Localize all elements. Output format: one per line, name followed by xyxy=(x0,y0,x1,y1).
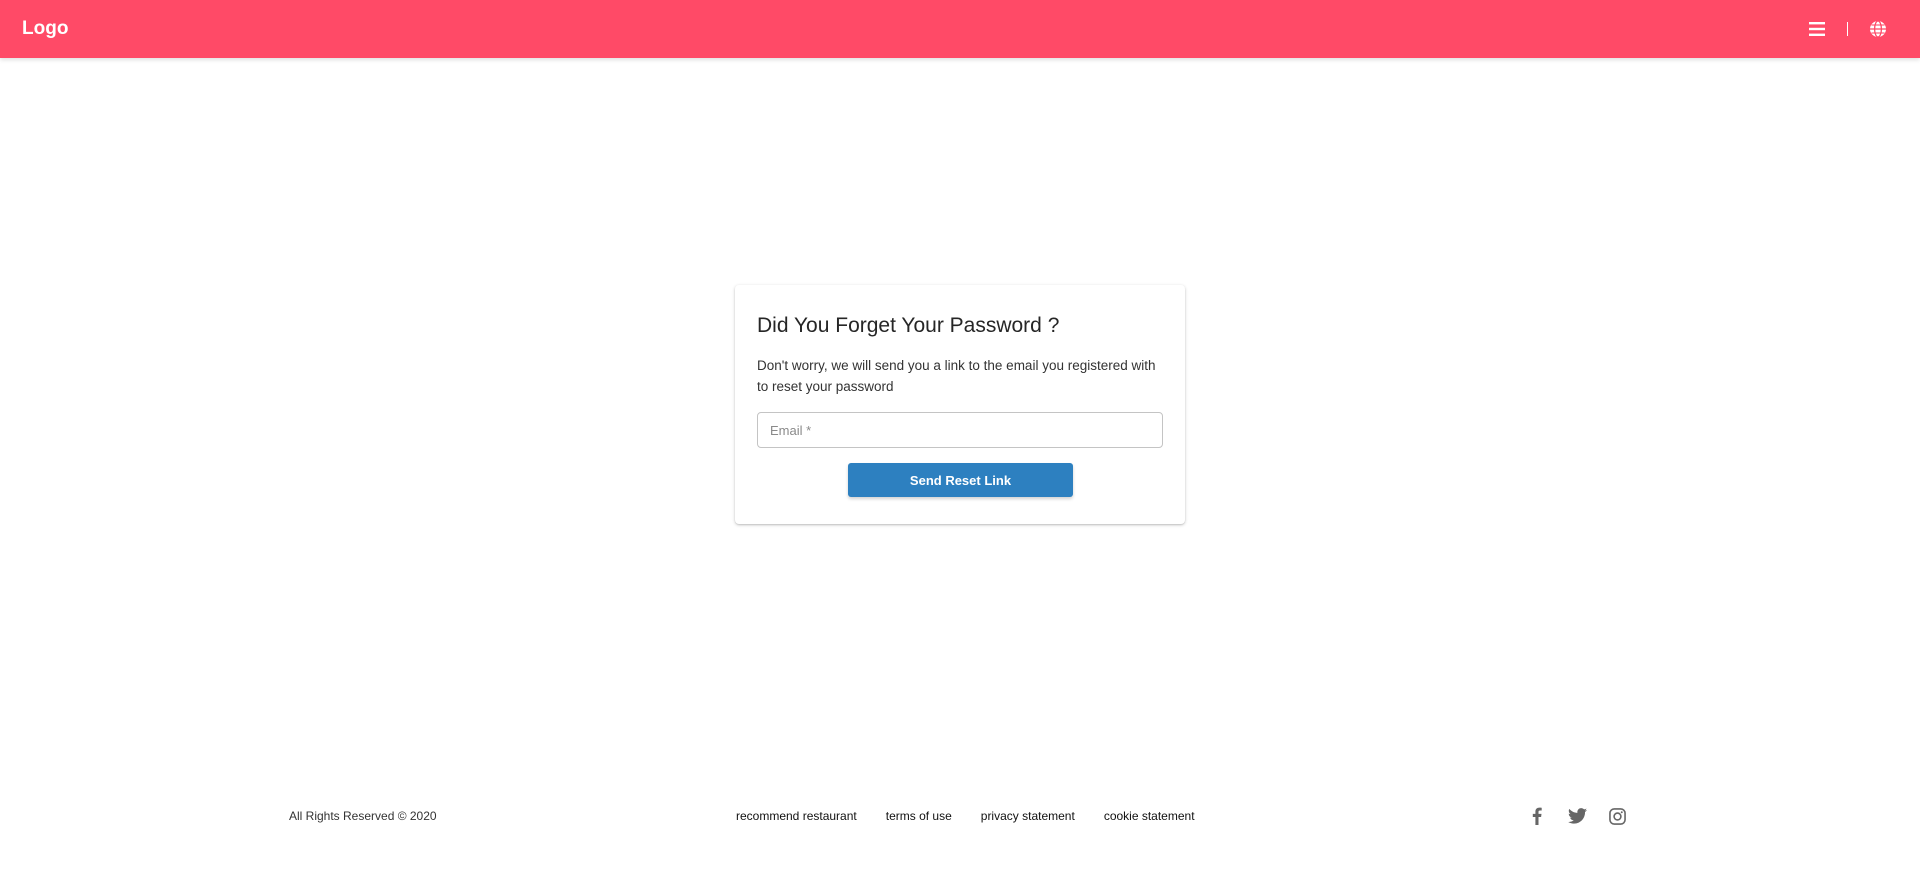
terms-of-use-link[interactable]: terms of use xyxy=(886,809,952,823)
forgot-password-card: Did You Forget Your Password ? Don't wor… xyxy=(735,285,1185,524)
twitter-icon[interactable] xyxy=(1566,805,1588,827)
page-title: Did You Forget Your Password ? xyxy=(757,314,1060,337)
copyright-text: All Rights Reserved © 2020 xyxy=(289,809,437,823)
menu-icon[interactable] xyxy=(1805,17,1829,41)
send-reset-link-button[interactable]: Send Reset Link xyxy=(848,463,1073,497)
social-links xyxy=(1526,805,1646,827)
header-actions xyxy=(1805,17,1890,41)
footer: All Rights Reserved © 2020 recommend res… xyxy=(0,800,1920,832)
recommend-restaurant-link[interactable]: recommend restaurant xyxy=(736,809,857,823)
top-app-bar: Logo xyxy=(0,0,1920,58)
globe-icon[interactable] xyxy=(1866,17,1890,41)
instructions-text: Don't worry, we will send you a link to … xyxy=(757,358,1156,394)
footer-links: recommend restaurant terms of use privac… xyxy=(736,809,1224,823)
header-divider xyxy=(1847,22,1848,36)
facebook-icon[interactable] xyxy=(1526,805,1548,827)
privacy-statement-link[interactable]: privacy statement xyxy=(981,809,1075,823)
cookie-statement-link[interactable]: cookie statement xyxy=(1104,809,1195,823)
email-field[interactable] xyxy=(757,412,1163,448)
logo[interactable]: Logo xyxy=(22,17,68,41)
instagram-icon[interactable] xyxy=(1606,805,1628,827)
